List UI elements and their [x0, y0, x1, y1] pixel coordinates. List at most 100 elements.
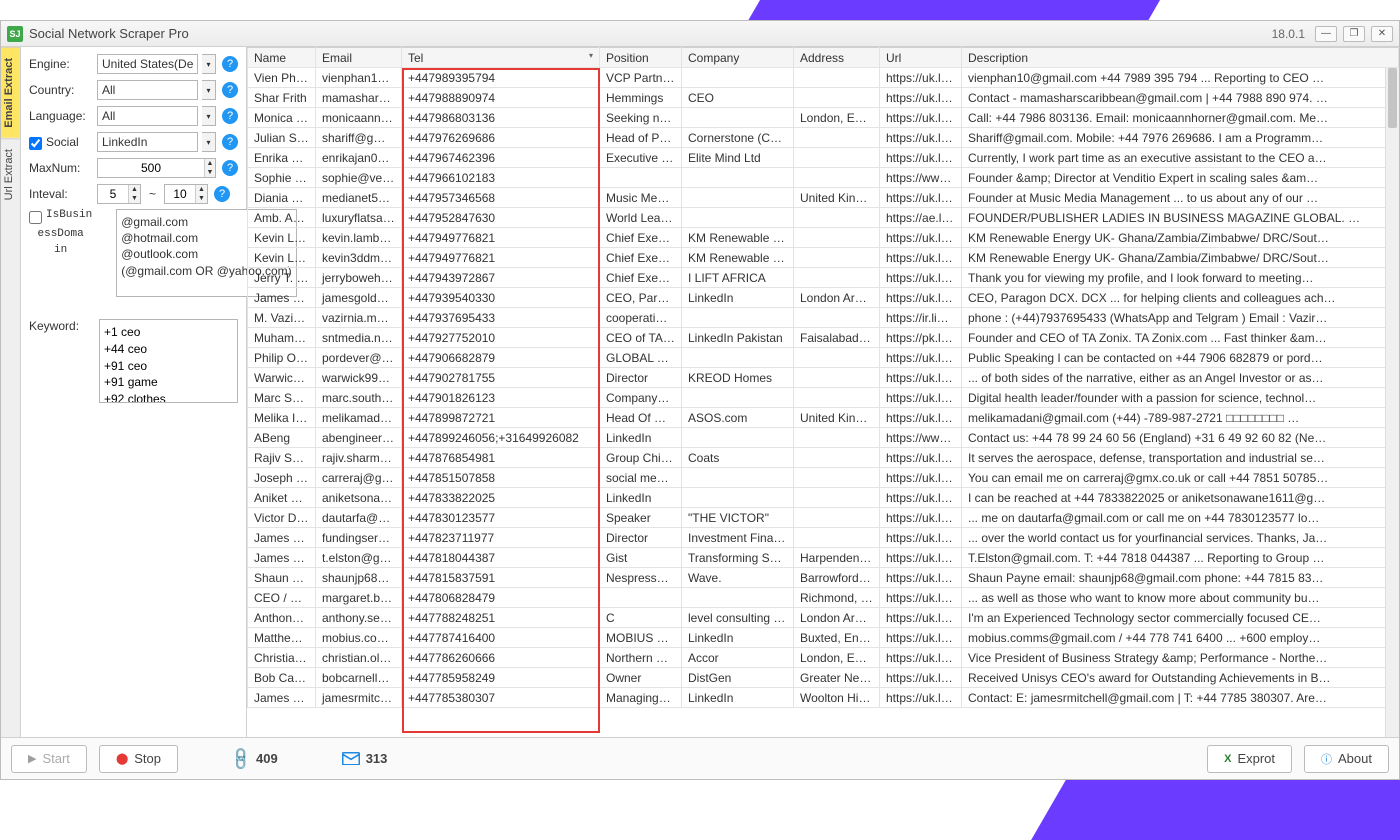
table-row[interactable]: Warwick…warwick99…+447902781755DirectorK… [248, 368, 1399, 388]
cell-address [794, 488, 880, 508]
cell-address: Richmond, … [794, 588, 880, 608]
excel-icon: X [1224, 753, 1231, 765]
table-row[interactable]: Sophie …sophie@ve…+447966102183https://w… [248, 168, 1399, 188]
cell-tel: +447876854981 [402, 448, 600, 468]
table-row[interactable]: Matthe…mobius.co…+447787416400MOBIUS …Li… [248, 628, 1399, 648]
spin-up-icon[interactable]: ▲ [205, 159, 215, 168]
start-button[interactable]: ▶ Start [11, 745, 87, 773]
table-row[interactable]: Kevin La…kevin.lamb…+447949776821Chief E… [248, 228, 1399, 248]
engine-select[interactable]: United States(De [97, 54, 198, 74]
vertical-scrollbar[interactable] [1385, 68, 1399, 737]
about-button[interactable]: ⓘ About [1304, 745, 1389, 773]
social-checkbox[interactable] [29, 137, 42, 150]
cell-url: https://uk.l… [880, 528, 962, 548]
table-row[interactable]: Anthony…anthony.set…+447788248251Clevel … [248, 608, 1399, 628]
table-row[interactable]: Philip Or…pordever@…+447906682879GLOBAL … [248, 348, 1399, 368]
language-select[interactable]: All [97, 106, 198, 126]
col-email[interactable]: Email [316, 48, 402, 68]
table-row[interactable]: James El…t.elston@g…+447818044387GistTra… [248, 548, 1399, 568]
interval-to-input[interactable] [165, 187, 195, 201]
cell-position: Head Of … [600, 408, 682, 428]
spin-up-icon[interactable]: ▲ [196, 185, 207, 194]
spin-down-icon[interactable]: ▼ [196, 194, 207, 203]
col-position[interactable]: Position [600, 48, 682, 68]
cell-tel: +447785958249 [402, 668, 600, 688]
maximize-button[interactable]: ❐ [1343, 26, 1365, 42]
stop-icon: ⬤ [116, 752, 128, 765]
cell-address: Woolton Hi… [794, 688, 880, 708]
export-button[interactable]: X Exprot [1207, 745, 1292, 773]
cell-company: I LIFT AFRICA [682, 268, 794, 288]
cell-company [682, 188, 794, 208]
engine-dropdown-icon[interactable]: ▾ [202, 54, 216, 74]
table-row[interactable]: Melika I…melikamad…+447899872721Head Of … [248, 408, 1399, 428]
cell-desc: mobius.comms@gmail.com / +44 778 741 640… [962, 628, 1399, 648]
table-row[interactable]: Monica …monicaann…+447986803136Seeking n… [248, 108, 1399, 128]
help-icon[interactable]: ? [222, 56, 238, 72]
cell-address: Buxted, En… [794, 628, 880, 648]
table-row[interactable]: Vien Ph…vienphan1…+447989395794VCP Partn… [248, 68, 1399, 88]
help-icon[interactable]: ? [222, 160, 238, 176]
table-row[interactable]: Amb. Ad…luxuryflatsa…+447952847630World … [248, 208, 1399, 228]
country-select[interactable]: All [97, 80, 198, 100]
col-name[interactable]: Name [248, 48, 316, 68]
spin-up-icon[interactable]: ▲ [129, 185, 140, 194]
table-row[interactable]: CEO / C…margaret.b…+447806828479Richmond… [248, 588, 1399, 608]
cell-url: https://ae.l… [880, 208, 962, 228]
table-row[interactable]: Marc So…marc.south…+447901826123Company…… [248, 388, 1399, 408]
spin-down-icon[interactable]: ▼ [205, 168, 215, 177]
col-description[interactable]: Description [962, 48, 1399, 68]
keyword-input[interactable]: +1 ceo +44 ceo +91 ceo +91 game +92 clot… [99, 319, 238, 403]
cell-name: Diania El… [248, 188, 316, 208]
help-icon[interactable]: ? [222, 82, 238, 98]
titlebar: SJ Social Network Scraper Pro 18.0.1 — ❐… [1, 21, 1399, 47]
cell-address [794, 148, 880, 168]
col-address[interactable]: Address [794, 48, 880, 68]
table-row[interactable]: Victor D…dautarfa@…+447830123577Speaker"… [248, 508, 1399, 528]
cell-name: James El… [248, 548, 316, 568]
scrollbar-thumb[interactable] [1388, 68, 1397, 128]
table-row[interactable]: Enrika Ja…enrikajan05…+447967462396Execu… [248, 148, 1399, 168]
table-row[interactable]: James Fi…fundingser…+447823711977Directo… [248, 528, 1399, 548]
table-row[interactable]: M. Vazir…vazirnia.m…+447937695433coopera… [248, 308, 1399, 328]
col-tel[interactable]: Tel▾ [402, 48, 600, 68]
table-row[interactable]: Jerry T. …jerryboweh…+447943972867Chief … [248, 268, 1399, 288]
table-row[interactable]: James G…jamesgoldh…+447939540330CEO, Par… [248, 288, 1399, 308]
maxnum-input[interactable] [98, 161, 204, 175]
tab-url-extract[interactable]: Url Extract [1, 138, 20, 210]
table-row[interactable]: Julian S…shariff@gm…+447976269686Head of… [248, 128, 1399, 148]
cell-email: margaret.b… [316, 588, 402, 608]
table-row[interactable]: Shar Frithmamashars…+447988890974Hemming… [248, 88, 1399, 108]
table-row[interactable]: Aniket S…aniketsona…+447833822025LinkedI… [248, 488, 1399, 508]
col-company[interactable]: Company [682, 48, 794, 68]
stop-button[interactable]: ⬤ Stop [99, 745, 178, 773]
spin-down-icon[interactable]: ▼ [129, 194, 140, 203]
cell-position: LinkedIn [600, 488, 682, 508]
table-row[interactable]: Christia…christian.ol…+447786260666North… [248, 648, 1399, 668]
table-row[interactable]: Diania El…medianet5…+447957346568Music M… [248, 188, 1399, 208]
table-row[interactable]: Bob Car…bobcarnell…+447785958249OwnerDis… [248, 668, 1399, 688]
table-row[interactable]: Muham…sntmedia.n…+447927752010CEO of TA…… [248, 328, 1399, 348]
language-dropdown-icon[interactable]: ▾ [202, 106, 216, 126]
country-dropdown-icon[interactable]: ▾ [202, 80, 216, 100]
cell-name: Monica … [248, 108, 316, 128]
table-row[interactable]: Kevin La…kevin3ddm…+447949776821Chief Ex… [248, 248, 1399, 268]
social-select[interactable]: LinkedIn [97, 132, 198, 152]
minimize-button[interactable]: — [1315, 26, 1337, 42]
table-row[interactable]: Joseph …carreraj@g…+447851507858social m… [248, 468, 1399, 488]
table-row[interactable]: Rajiv Sh…rajiv.sharm…+447876854981Group … [248, 448, 1399, 468]
help-icon[interactable]: ? [222, 108, 238, 124]
close-button[interactable]: ✕ [1371, 26, 1393, 42]
social-dropdown-icon[interactable]: ▾ [202, 132, 216, 152]
cell-name: Shaun P… [248, 568, 316, 588]
help-icon[interactable]: ? [222, 134, 238, 150]
tab-email-extract[interactable]: Email Extract [1, 47, 20, 138]
interval-from-input[interactable] [98, 187, 128, 201]
table-row[interactable]: Shaun P…shaunjp68…+447815837591Nespress…… [248, 568, 1399, 588]
cell-address [794, 348, 880, 368]
isbusiness-checkbox[interactable] [29, 211, 42, 224]
table-row[interactable]: James …jamesrmitc…+447785380307Managing…… [248, 688, 1399, 708]
col-url[interactable]: Url [880, 48, 962, 68]
help-icon[interactable]: ? [214, 186, 230, 202]
table-row[interactable]: ABengabengineer…+447899246056;+316499260… [248, 428, 1399, 448]
